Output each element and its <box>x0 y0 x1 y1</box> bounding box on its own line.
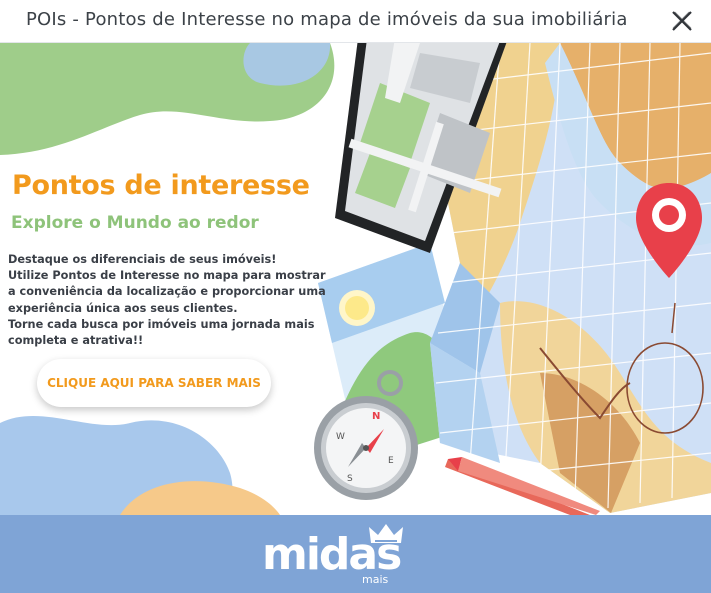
crown-icon <box>369 524 403 543</box>
description-line: a conveniência da localização e proporci… <box>8 285 326 299</box>
svg-text:N: N <box>372 411 380 422</box>
description-line: Torne cada busca por imóveis uma jornada… <box>8 317 315 331</box>
svg-text:W: W <box>336 432 345 442</box>
description-line: completa e atrativa!! <box>8 334 144 348</box>
banner-headline: Pontos de interesse <box>12 170 310 201</box>
promo-banner[interactable]: N W E S Pontos de interesse Explore o Mu… <box>0 43 711 515</box>
footer-bar: midas mais <box>0 515 711 593</box>
banner-subheadline: Explore o Mundo ao redor <box>11 213 259 233</box>
poi-modal: POIs - Pontos de Interesse no mapa de im… <box>0 0 711 593</box>
description-line: experiência única aos seus clientes. <box>8 301 238 315</box>
svg-text:S: S <box>347 474 353 484</box>
description-line: Utilize Pontos de Interesse no mapa para… <box>8 269 326 283</box>
modal-title: POIs - Pontos de Interesse no mapa de im… <box>26 9 628 30</box>
modal-header: POIs - Pontos de Interesse no mapa de im… <box>0 0 711 43</box>
midas-mais-logo[interactable]: midas mais <box>262 523 412 589</box>
logo-subtext: mais <box>362 573 389 586</box>
close-icon[interactable] <box>670 9 694 33</box>
svg-text:E: E <box>388 456 394 466</box>
description-line: Destaque os diferenciais de seus imóveis… <box>8 253 277 266</box>
learn-more-button[interactable]: CLIQUE AQUI PARA SABER MAIS <box>37 359 271 407</box>
banner-description: Destaque os diferenciais de seus imóveis… <box>8 252 328 349</box>
